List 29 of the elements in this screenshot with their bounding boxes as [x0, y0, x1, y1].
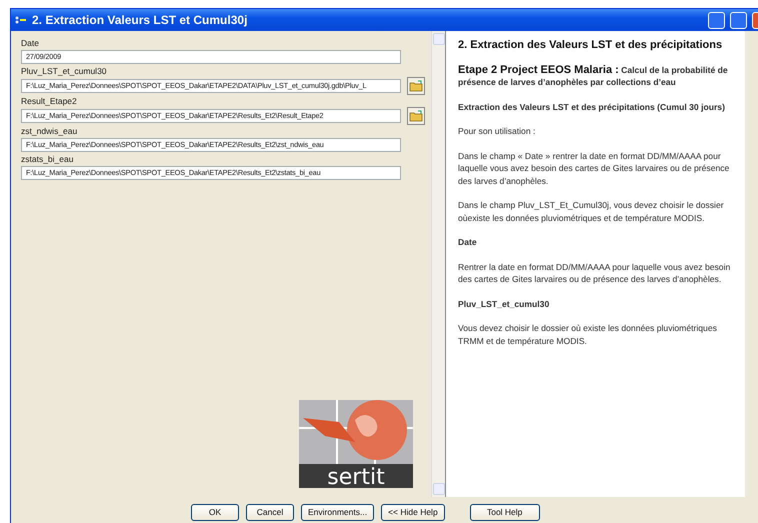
help-paragraph: Pour son utilisation : [458, 125, 536, 138]
field-label: zst_ndwis_eau [21, 126, 78, 137]
help-heading: Extraction des Valeurs LST et des précipitations (Cumul 30 jours) [458, 100, 726, 113]
maximize-button[interactable] [730, 12, 747, 28]
app-icon [15, 16, 27, 24]
dialog-button[interactable]: Tool Help [470, 504, 540, 520]
help-paragraph: Vous devez choisir le dossier où existe les données pluviométriques TRMM et de température MODIS. [458, 322, 718, 347]
browse-button[interactable] [407, 107, 425, 125]
browse-button[interactable] [407, 77, 425, 95]
dialog-button[interactable]: OK [191, 504, 239, 520]
help-paragraph: Dans le champ « Date » rentrer la date en format DD/MM/AAAA pour laquelle vous avez besoin des cartes de Gites larvaires ou de présence des larves d’anophèles. [458, 150, 730, 187]
folder-icon [409, 80, 423, 92]
field-label: Pluv_LST_et_cumul30 [21, 66, 108, 77]
folder-icon [409, 110, 423, 122]
help-paragraph: Rentrer la date en format DD/MM/AAAA pour laquelle vous avez besoin des cartes de Gites larvaires ou de présence des larves d’anophèles. [458, 260, 732, 286]
field-label: Result_Etape2 [21, 96, 78, 107]
window-title: 2. Extraction Valeurs LST et Cumul30j [32, 12, 248, 29]
dialog-button[interactable]: Environments... [301, 504, 374, 520]
help-heading: Pluv_LST_et_cumul30 [458, 298, 550, 310]
minimize-button[interactable] [708, 12, 725, 28]
field-label: Date [21, 38, 40, 49]
dialog-button[interactable]: Cancel [246, 504, 294, 520]
help-paragraph: Etape 2 Project EEOS Malaria : Calcul de la probabilité de présence de larves d’anophèles par collections d’eau [458, 64, 729, 88]
dialog-button[interactable]: << Hide Help [381, 504, 445, 520]
help-paragraph: Dans le champ Pluv_LST_Et_Cumul30j, vous devez choisir le dossier oùexiste les données pluviométriques et de température MODIS. [458, 199, 725, 224]
help-heading: Date [458, 236, 478, 248]
scrollbar[interactable] [431, 31, 445, 497]
help-title: 2. Extraction des Valeurs LST et des précipitations [458, 39, 724, 52]
field-label: zstats_bi_eau [21, 154, 74, 165]
